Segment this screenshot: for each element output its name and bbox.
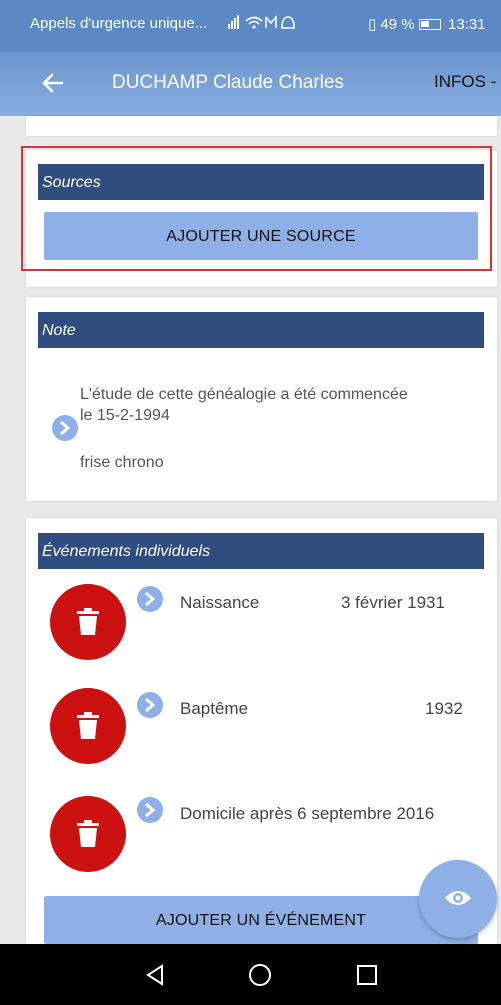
event-label[interactable]: Baptême [180, 699, 248, 719]
delete-button[interactable] [50, 688, 126, 764]
note-subtext: frise chrono [80, 454, 164, 471]
battery-icon [418, 19, 441, 30]
arrow-left-icon[interactable] [38, 68, 68, 98]
chevron-right-icon[interactable] [137, 797, 163, 823]
status-icons [226, 13, 296, 35]
clock: 13:31 [447, 16, 486, 33]
delete-button[interactable] [50, 796, 126, 872]
note-text: L'étude de cette généalogie a été commen… [80, 386, 408, 424]
recents-square-icon[interactable] [350, 958, 384, 992]
page-title: DUCHAMP Claude Charles [112, 72, 344, 93]
chevron-right-icon[interactable] [52, 415, 78, 441]
eye-icon [445, 891, 471, 905]
note-card: Note L'étude de cette généalogie a été c… [26, 297, 497, 501]
add-event-button[interactable]: AJOUTER UN ÉVÉNEMENT [44, 896, 478, 944]
note-heading: Note [38, 312, 484, 348]
event-date: 3 février 1931 [341, 593, 445, 612]
highlight-box [21, 146, 492, 271]
events-heading: Événements individuels [38, 533, 484, 569]
signal-wifi-mail-icon [228, 14, 295, 29]
chevron-right-icon[interactable] [137, 692, 163, 718]
back-triangle-icon[interactable] [138, 958, 172, 992]
trash-icon [77, 608, 99, 635]
home-circle-icon[interactable] [243, 958, 277, 992]
view-fab-button[interactable] [419, 860, 497, 938]
status-bar: Appels d'urgence unique... ▯ 49 % 13:31 [0, 0, 501, 52]
trash-icon [77, 820, 99, 847]
app-bar: DUCHAMP Claude Charles INFOS - [0, 52, 501, 116]
event-date: 1932 [425, 699, 463, 718]
vibrate-icon: ▯ [368, 16, 377, 33]
system-nav-bar [0, 944, 501, 1005]
previous-card [26, 116, 497, 136]
event-label[interactable]: Domicile après 6 septembre 2016 [180, 804, 434, 824]
status-right: ▯ 49 % 13:31 [368, 15, 486, 33]
event-label[interactable]: Naissance [180, 593, 259, 613]
chevron-right-icon[interactable] [137, 586, 163, 612]
delete-button[interactable] [50, 584, 126, 660]
trash-icon [77, 712, 99, 739]
tab-infos[interactable]: INFOS - [434, 72, 496, 92]
notification-text: Appels d'urgence unique... [30, 15, 208, 32]
battery-percent: 49 % [380, 16, 415, 33]
